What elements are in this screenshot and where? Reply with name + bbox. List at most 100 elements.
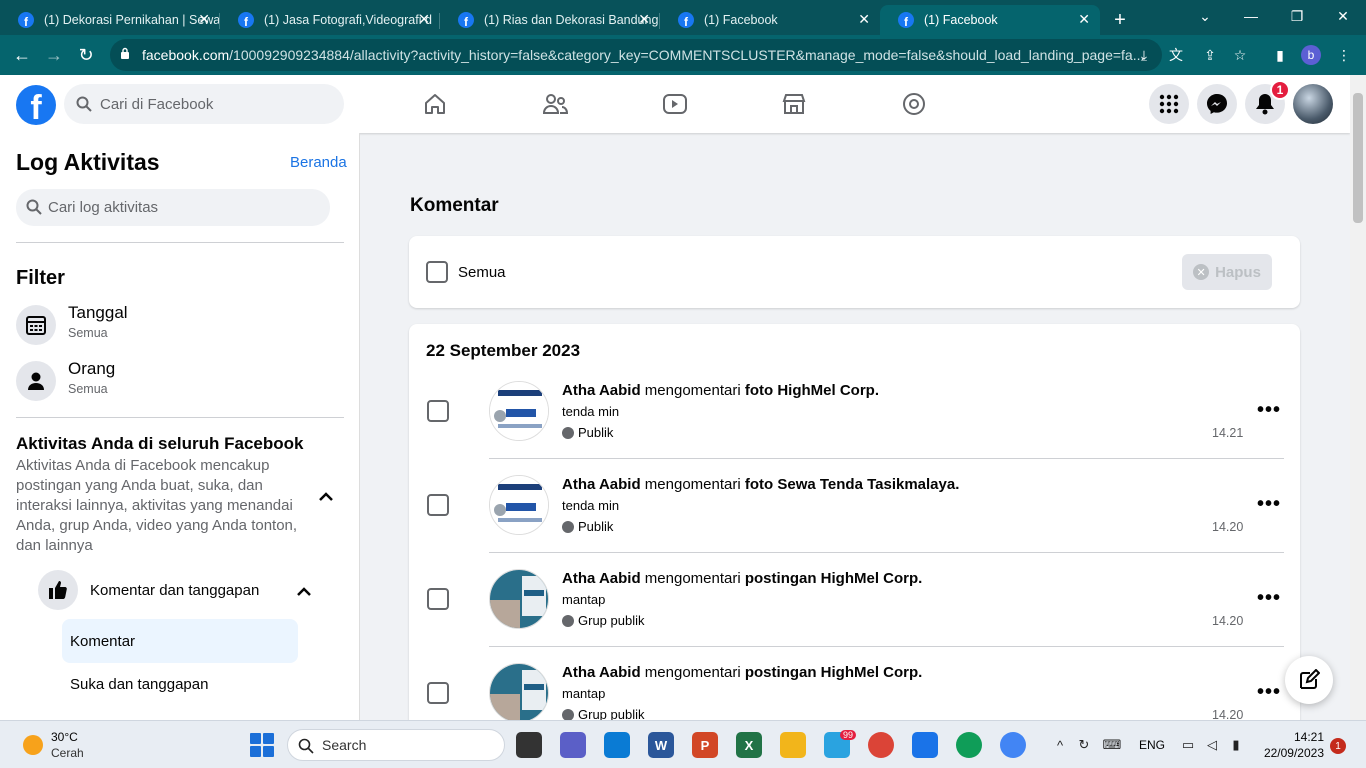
more-options-icon[interactable]: ••• [1257, 493, 1281, 516]
filter-date[interactable]: Tanggal Semua [16, 301, 344, 349]
more-options-icon[interactable]: ••• [1257, 681, 1281, 704]
sun-icon[interactable] [23, 735, 43, 755]
globe-icon [562, 426, 574, 439]
minimize-window-icon[interactable]: — [1228, 0, 1274, 32]
meet-icon[interactable] [560, 732, 586, 758]
weather-temperature[interactable]: 30°C [51, 730, 78, 744]
install-app-icon[interactable]: ⤓ [1134, 45, 1154, 65]
post-thumbnail[interactable] [489, 475, 549, 535]
language-indicator[interactable]: ENG [1139, 738, 1165, 752]
object-link[interactable]: foto HighMel Corp. [745, 382, 879, 399]
profile-avatar[interactable]: b [1301, 45, 1321, 65]
new-tab-button[interactable]: + [1100, 5, 1140, 35]
facebook-search-input[interactable]: Cari di Facebook [64, 84, 344, 124]
sidebar-item-likes-reactions[interactable]: Suka dan tanggapan [70, 676, 208, 693]
post-thumbnail[interactable] [489, 381, 549, 441]
battery-icon[interactable]: ▮ [1228, 737, 1244, 753]
browser-tab-4[interactable]: f (1) Facebook ✕ [660, 5, 880, 35]
url-bar[interactable]: facebook.com/100092909234884/allactivity… [110, 39, 1162, 71]
display-icon[interactable]: ▭ [1180, 737, 1196, 753]
close-window-icon[interactable]: ✕ [1320, 0, 1366, 32]
taskbar-search-input[interactable]: Search [287, 729, 505, 761]
weather-condition[interactable]: Cerah [51, 746, 84, 760]
account-avatar[interactable] [1293, 84, 1333, 124]
object-link[interactable]: postingan HighMel Corp. [745, 664, 923, 681]
select-all-checkbox[interactable] [426, 261, 448, 283]
chrome-active-icon[interactable] [1000, 732, 1026, 758]
more-options-icon[interactable]: ••• [1257, 587, 1281, 610]
activity-section-description: Aktivitas Anda di Facebook mencakup post… [16, 457, 298, 554]
tab-search-icon[interactable]: ⌄ [1182, 0, 1228, 32]
notification-badge: 1 [1270, 80, 1290, 100]
browser-tab-active[interactable]: f (1) Facebook ✕ [880, 5, 1100, 35]
actor-name[interactable]: Atha Aabid [562, 664, 641, 681]
system-clock[interactable]: 14:21 22/09/2023 [1262, 729, 1324, 761]
category-comments-reactions[interactable]: Komentar dan tanggapan [38, 570, 338, 612]
actor-name[interactable]: Atha Aabid [562, 570, 641, 587]
lock-icon [121, 47, 129, 59]
activity-log-search-input[interactable]: Cari log aktivitas [16, 189, 330, 226]
home-link[interactable]: Beranda [290, 154, 347, 171]
forward-arrow-icon[interactable]: → [38, 39, 70, 71]
powerpoint-icon[interactable]: P [692, 732, 718, 758]
back-arrow-icon[interactable]: ← [6, 39, 38, 71]
excel-icon[interactable]: X [736, 732, 762, 758]
close-tab-icon[interactable]: ✕ [198, 11, 210, 28]
close-tab-icon[interactable]: ✕ [1078, 11, 1090, 28]
sync-icon[interactable]: ↻ [1076, 737, 1092, 753]
facebook-logo-icon[interactable]: f [16, 85, 56, 125]
file-explorer-icon[interactable] [780, 732, 806, 758]
post-thumbnail[interactable] [489, 663, 549, 720]
friends-nav-icon[interactable] [539, 88, 571, 120]
close-tab-icon[interactable]: ✕ [858, 11, 870, 28]
post-thumbnail[interactable] [489, 569, 549, 629]
close-tab-icon[interactable]: ✕ [418, 11, 430, 28]
entry-checkbox[interactable] [427, 588, 449, 610]
telegram-badge: 99 [840, 730, 857, 740]
vscode-icon[interactable] [604, 732, 630, 758]
translate-icon[interactable]: 文 [1166, 45, 1186, 65]
entry-checkbox[interactable] [427, 494, 449, 516]
chevron-up-icon[interactable] [318, 489, 334, 507]
object-link[interactable]: foto Sewa Tenda Tasikmalaya. [745, 476, 960, 493]
delete-button[interactable]: ✕ Hapus [1182, 254, 1272, 290]
marketplace-nav-icon[interactable] [778, 88, 810, 120]
entry-checkbox[interactable] [427, 400, 449, 422]
windows-start-icon[interactable] [250, 733, 274, 757]
word-icon[interactable]: W [648, 732, 674, 758]
actor-name[interactable]: Atha Aabid [562, 382, 641, 399]
messenger-icon[interactable] [1197, 84, 1237, 124]
close-tab-icon[interactable]: ✕ [638, 11, 650, 28]
page-scrollbar[interactable] [1350, 75, 1366, 720]
maximize-window-icon[interactable]: ❐ [1274, 0, 1320, 32]
filter-person[interactable]: Orang Semua [16, 357, 344, 405]
keyboard-icon[interactable]: ⌨ [1103, 737, 1122, 753]
browser-tab-1[interactable]: f (1) Dekorasi Pernikahan | Sewa ✕ [0, 5, 220, 35]
watch-nav-icon[interactable] [659, 88, 691, 120]
browser-tab-3[interactable]: f (1) Rias dan Dekorasi Bandung ✕ [440, 5, 660, 35]
chrome-menu-icon[interactable]: ⋮ [1334, 45, 1354, 65]
actor-name[interactable]: Atha Aabid [562, 476, 641, 493]
compose-message-button[interactable] [1285, 656, 1333, 704]
chevron-up-icon[interactable] [296, 584, 312, 602]
volume-icon[interactable]: ◁ [1204, 737, 1220, 753]
share-icon[interactable]: ⇪ [1200, 45, 1220, 65]
gaming-nav-icon[interactable] [898, 88, 930, 120]
task-view-icon[interactable] [516, 732, 542, 758]
chevron-up-icon[interactable]: ^ [1052, 737, 1068, 753]
chrome-profile-icon[interactable] [956, 732, 982, 758]
more-options-icon[interactable]: ••• [1257, 399, 1281, 422]
bookmark-star-icon[interactable]: ☆ [1230, 45, 1250, 65]
sidebar-item-comments[interactable]: Komentar [62, 619, 298, 663]
object-link[interactable]: postingan HighMel Corp. [745, 570, 923, 587]
app-icon[interactable] [912, 732, 938, 758]
browser-tab-2[interactable]: f (1) Jasa Fotografi,Videografi d ✕ [220, 5, 440, 35]
chrome-icon[interactable] [868, 732, 894, 758]
menu-grid-icon[interactable] [1149, 84, 1189, 124]
scrollbar-thumb[interactable] [1353, 93, 1363, 223]
notification-center-badge[interactable]: 1 [1330, 738, 1346, 754]
entry-checkbox[interactable] [427, 682, 449, 704]
home-nav-icon[interactable] [419, 88, 451, 120]
reload-icon[interactable]: ↻ [70, 39, 102, 71]
side-panel-icon[interactable]: ▮ [1270, 45, 1290, 65]
